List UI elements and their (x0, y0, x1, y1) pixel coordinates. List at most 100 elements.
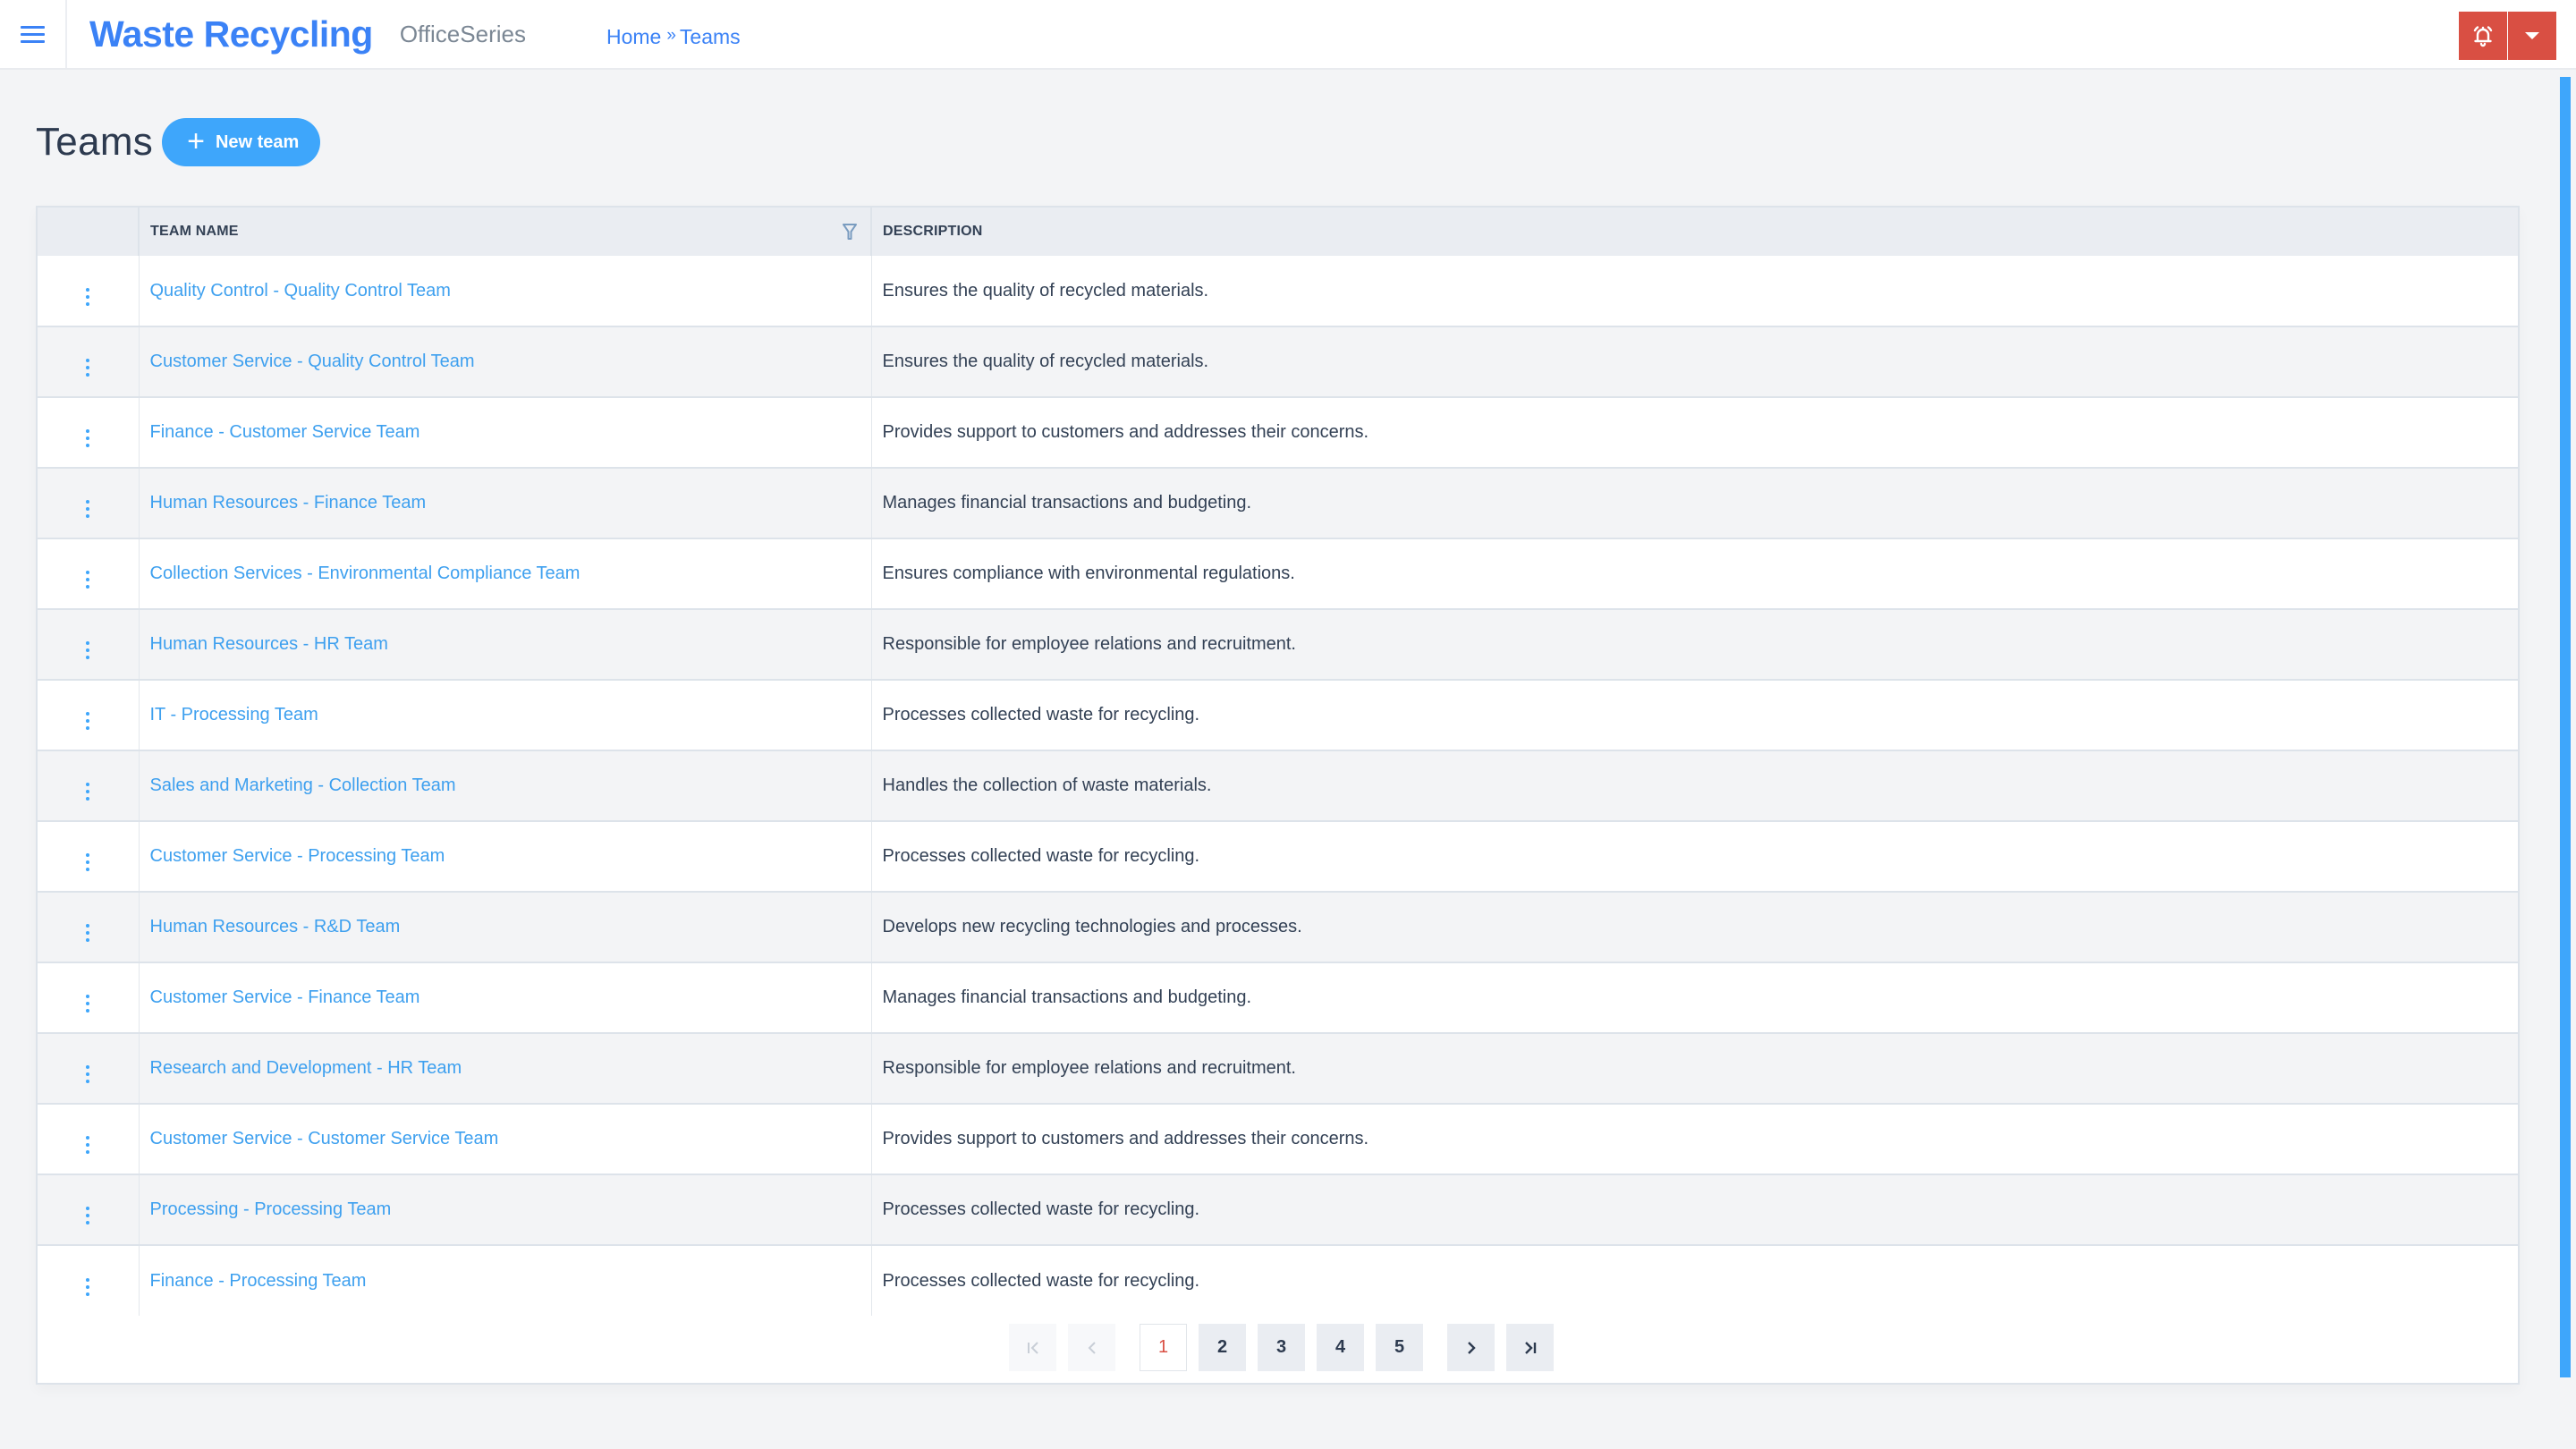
row-menu-cell (38, 1033, 140, 1104)
row-menu-cell (38, 326, 140, 397)
team-name-cell: Human Resources - Finance Team (139, 468, 872, 538)
team-name-link[interactable]: Human Resources - R&D Team (150, 917, 401, 936)
description-cell: Provides support to customers and addres… (871, 397, 2518, 468)
team-name-link[interactable]: Customer Service - Processing Team (150, 846, 445, 866)
team-name-link[interactable]: Human Resources - Finance Team (150, 493, 427, 513)
page-button-5[interactable]: 5 (1376, 1324, 1423, 1371)
team-name-cell: Human Resources - HR Team (139, 609, 872, 680)
breadcrumb-teams[interactable]: Teams (680, 25, 741, 49)
team-description: Processes collected waste for recycling. (882, 846, 1200, 866)
row-menu-cell (38, 1245, 140, 1316)
row-menu-cell (38, 892, 140, 962)
alerts-button-group (2459, 12, 2556, 60)
last-page-button[interactable] (1506, 1324, 1554, 1371)
kebab-menu-icon[interactable] (83, 359, 92, 377)
team-name-cell: Customer Service - Processing Team (139, 821, 872, 892)
team-description: Ensures the quality of recycled material… (882, 352, 1209, 371)
team-name-cell: Processing - Processing Team (139, 1174, 872, 1245)
vertical-scrollbar[interactable] (2560, 77, 2571, 1377)
description-cell: Provides support to customers and addres… (871, 1104, 2518, 1174)
table-row: Customer Service - Processing Team Proces… (38, 821, 2518, 892)
team-name-link[interactable]: IT - Processing Team (150, 705, 318, 724)
column-header-team-name-label: TEAM NAME (150, 224, 239, 239)
team-name-cell: Research and Development - HR Team (139, 1033, 872, 1104)
team-name-cell: Customer Service - Finance Team (139, 962, 872, 1033)
kebab-menu-icon[interactable] (83, 571, 92, 589)
page-button-4[interactable]: 4 (1317, 1324, 1364, 1371)
column-header-menu (38, 208, 140, 256)
kebab-menu-icon[interactable] (83, 641, 92, 659)
page-button-2[interactable]: 2 (1199, 1324, 1246, 1371)
teams-table: TEAM NAME DESCRIPTION Quality Control - … (38, 208, 2518, 1316)
kebab-menu-icon[interactable] (83, 995, 92, 1013)
team-name-link[interactable]: Finance - Customer Service Team (150, 422, 420, 442)
page-button-3[interactable]: 3 (1258, 1324, 1305, 1371)
chevron-right-icon (1467, 1341, 1476, 1354)
alerts-button[interactable] (2459, 12, 2507, 60)
kebab-menu-icon[interactable] (83, 1065, 92, 1083)
team-name-link[interactable]: Customer Service - Customer Service Team (150, 1129, 499, 1148)
kebab-menu-icon[interactable] (83, 1207, 92, 1224)
filter-icon[interactable] (842, 223, 858, 241)
page-button-1[interactable]: 1 (1140, 1324, 1187, 1371)
team-description: Processes collected waste for recycling. (882, 705, 1200, 724)
pagination: 1 2 3 4 5 (1009, 1324, 1565, 1371)
team-description: Processes collected waste for recycling. (882, 1270, 1200, 1291)
breadcrumb: Home » Teams (606, 25, 741, 49)
description-cell: Processes collected waste for recycling. (871, 821, 2518, 892)
team-name-link[interactable]: Collection Services - Environmental Comp… (150, 564, 580, 583)
last-page-icon (1524, 1341, 1536, 1354)
team-name-link[interactable]: Research and Development - HR Team (150, 1058, 462, 1078)
row-menu-cell (38, 962, 140, 1033)
table-body: Quality Control - Quality Control Team En… (38, 256, 2518, 1316)
kebab-menu-icon[interactable] (83, 1277, 92, 1296)
team-description: Provides support to customers and addres… (882, 422, 1369, 442)
column-header-team-name[interactable]: TEAM NAME (139, 208, 872, 256)
kebab-menu-icon[interactable] (83, 853, 92, 871)
app-brand[interactable]: Waste Recycling (89, 13, 373, 55)
previous-page-button[interactable] (1068, 1324, 1115, 1371)
team-name-link[interactable]: Processing - Processing Team (150, 1199, 392, 1219)
team-name-cell: Customer Service - Quality Control Team (139, 326, 872, 397)
team-name-link[interactable]: Sales and Marketing - Collection Team (150, 775, 456, 795)
kebab-menu-icon[interactable] (83, 429, 92, 447)
alerts-dropdown-button[interactable] (2508, 12, 2556, 60)
team-name-link[interactable]: Customer Service - Finance Team (150, 987, 420, 1007)
team-description: Manages financial transactions and budge… (882, 987, 1252, 1007)
team-name-link[interactable]: Human Resources - HR Team (150, 634, 388, 654)
team-name-cell: Human Resources - R&D Team (139, 892, 872, 962)
description-cell: Develops new recycling technologies and … (871, 892, 2518, 962)
kebab-menu-icon[interactable] (83, 712, 92, 730)
page-title: Teams (36, 120, 154, 164)
kebab-menu-icon[interactable] (83, 287, 92, 306)
team-name-link[interactable]: Customer Service - Quality Control Team (150, 352, 475, 371)
description-cell: Manages financial transactions and budge… (871, 962, 2518, 1033)
team-description: Ensures compliance with environmental re… (882, 564, 1295, 583)
description-cell: Ensures the quality of recycled material… (871, 326, 2518, 397)
menu-toggle-button[interactable] (0, 0, 67, 68)
table-row: Customer Service - Finance Team Manages f… (38, 962, 2518, 1033)
team-name-link[interactable]: Finance - Processing Team (150, 1271, 367, 1291)
plus-icon: + (187, 124, 205, 158)
new-team-button[interactable]: + New team (162, 118, 321, 166)
team-name-link[interactable]: Quality Control - Quality Control Team (150, 281, 451, 301)
description-cell: Manages financial transactions and budge… (871, 468, 2518, 538)
breadcrumb-home[interactable]: Home (606, 25, 661, 49)
table-row: Finance - Processing Team Processes colle… (38, 1245, 2518, 1316)
hamburger-icon (21, 25, 45, 43)
first-page-button[interactable] (1009, 1324, 1056, 1371)
kebab-menu-icon[interactable] (83, 924, 92, 942)
column-header-description-label: DESCRIPTION (883, 224, 983, 239)
team-name-cell: Finance - Processing Team (139, 1245, 872, 1316)
bell-ringing-icon (2473, 26, 2493, 47)
kebab-menu-icon[interactable] (83, 783, 92, 801)
team-name-cell: Sales and Marketing - Collection Team (139, 750, 872, 821)
row-menu-cell (38, 609, 140, 680)
table-row: IT - Processing Team Processes collected … (38, 680, 2518, 750)
next-page-button[interactable] (1447, 1324, 1495, 1371)
description-cell: Handles the collection of waste material… (871, 750, 2518, 821)
caret-down-icon (2525, 32, 2539, 39)
team-description: Responsible for employee relations and r… (882, 634, 1296, 654)
kebab-menu-icon[interactable] (83, 500, 92, 518)
kebab-menu-icon[interactable] (83, 1136, 92, 1154)
